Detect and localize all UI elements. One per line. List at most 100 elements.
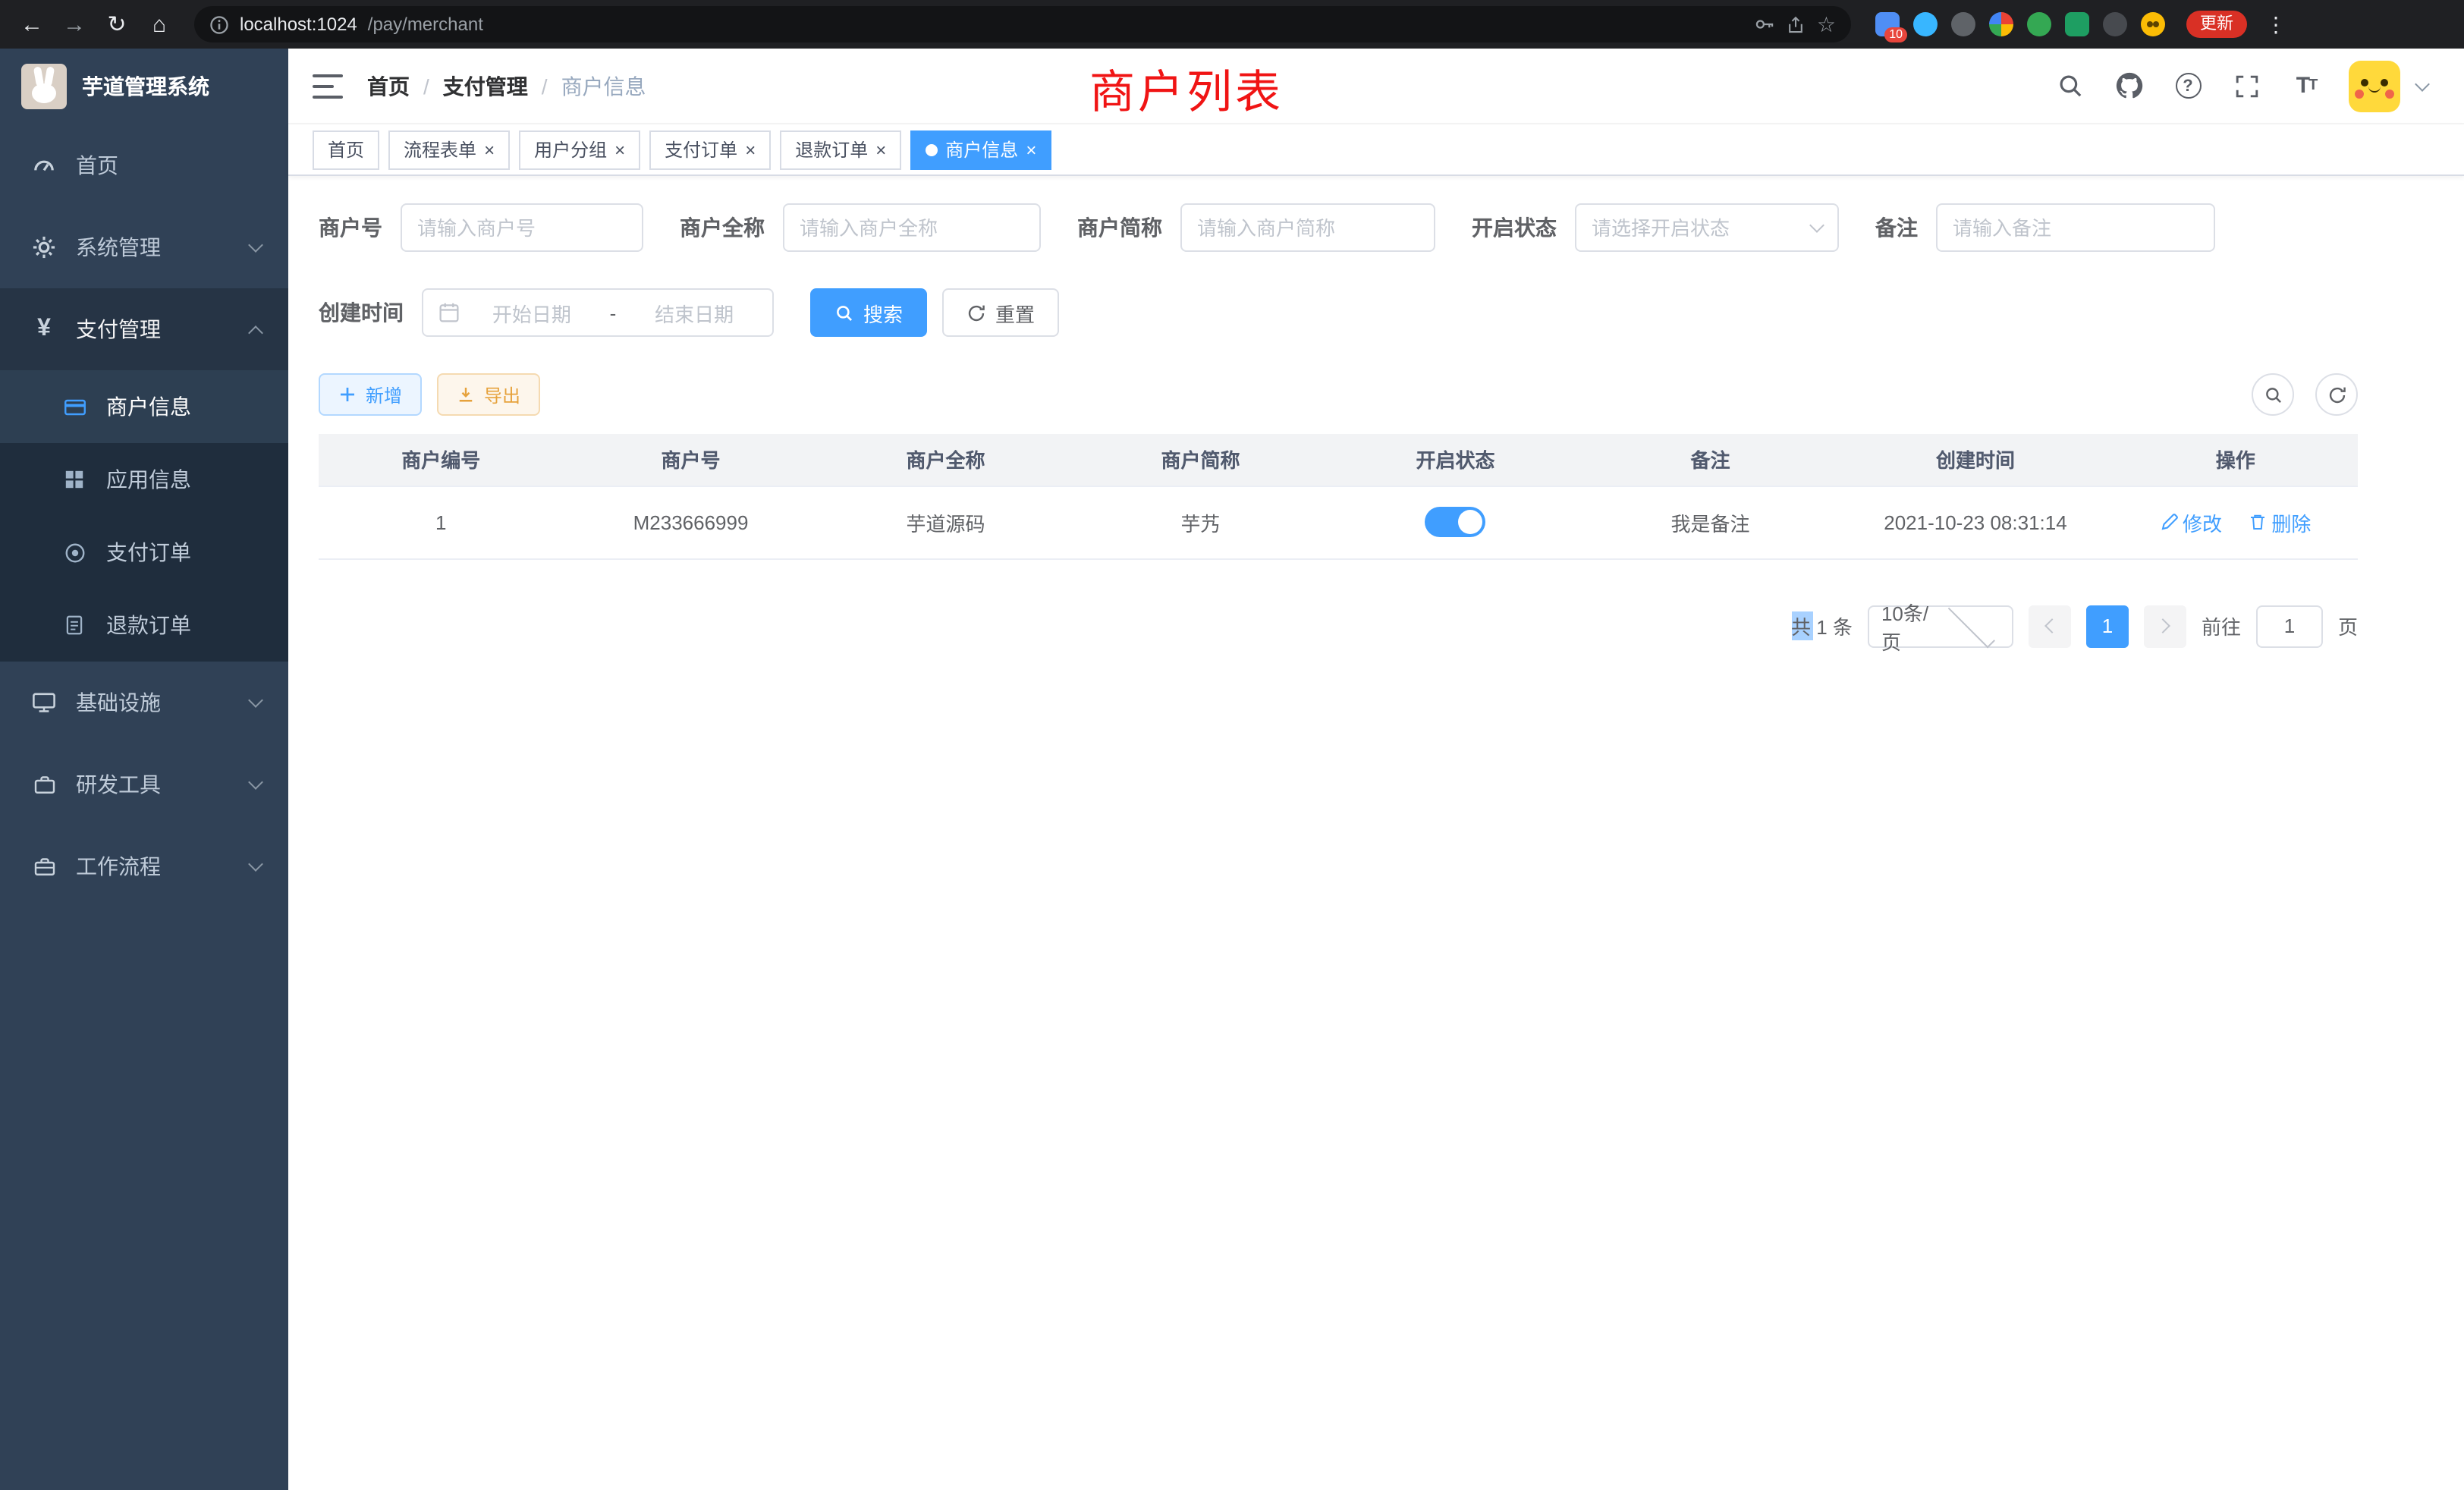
password-key-icon[interactable]	[1755, 14, 1776, 35]
sidebar-item-home[interactable]: 首页	[0, 124, 288, 206]
tab-home[interactable]: 首页	[313, 130, 379, 169]
chevron-down-icon[interactable]	[2415, 76, 2430, 91]
reset-button[interactable]: 重置	[942, 288, 1059, 337]
next-page-button[interactable]	[2144, 605, 2186, 647]
status-select[interactable]	[1575, 203, 1839, 252]
col-short-name: 商户简称	[1073, 434, 1328, 486]
close-icon[interactable]: ×	[745, 140, 756, 159]
tab-merchant-info[interactable]: 商户信息×	[910, 130, 1051, 169]
short-name-input[interactable]	[1197, 216, 1419, 239]
sidebar-item-system[interactable]: 系统管理	[0, 206, 288, 288]
dashboard-icon	[30, 153, 58, 178]
breadcrumb-payment[interactable]: 支付管理	[443, 71, 528, 101]
browser-home-icon[interactable]: ⌂	[143, 8, 176, 41]
browser-back-icon[interactable]: ←	[15, 8, 49, 41]
app-title: 芋道管理系统	[82, 71, 209, 102]
user-avatar[interactable]	[2349, 60, 2400, 112]
bookmark-star-icon[interactable]: ☆	[1817, 11, 1836, 37]
sidebar-item-app-info[interactable]: 应用信息	[0, 443, 288, 516]
sidebar-item-payment[interactable]: ¥ 支付管理	[0, 288, 288, 370]
tab-user-group[interactable]: 用户分组×	[519, 130, 640, 169]
github-icon[interactable]	[2112, 69, 2145, 102]
toggle-search-button[interactable]	[2252, 373, 2294, 416]
page-size-select[interactable]: 10条/页	[1868, 605, 2013, 647]
main-area: 商户列表 首页 / 支付管理 / 商户信息 ?	[288, 49, 2464, 1490]
calendar-icon	[438, 302, 460, 323]
cell-short-name: 芋艿	[1073, 486, 1328, 558]
payment-submenu: 商户信息 应用信息 支付订单	[0, 370, 288, 662]
close-icon[interactable]: ×	[875, 140, 886, 159]
logo-image	[21, 64, 67, 109]
extension-icon[interactable]	[2103, 12, 2127, 36]
export-button[interactable]: 导出	[437, 373, 540, 416]
fullscreen-icon[interactable]	[2230, 69, 2264, 102]
chevron-down-icon	[1949, 600, 1996, 647]
cell-full-name: 芋道源码	[819, 486, 1073, 558]
refresh-table-button[interactable]	[2315, 373, 2358, 416]
font-size-icon[interactable]: TT	[2290, 69, 2323, 102]
filter-full-name: 商户全称	[680, 203, 1041, 252]
merchant-no-input[interactable]	[417, 216, 627, 239]
tab-process-form[interactable]: 流程表单×	[388, 130, 510, 169]
cell-actions: 修改 删除	[2113, 486, 2358, 558]
sidebar-item-dev-tools[interactable]: 研发工具	[0, 743, 288, 825]
browser-menu-icon[interactable]: ⋮	[2265, 11, 2286, 37]
filter-status: 开启状态	[1472, 203, 1839, 252]
delete-link[interactable]: 删除	[2249, 508, 2311, 536]
end-date-placeholder[interactable]: 结束日期	[631, 298, 757, 327]
remark-input[interactable]	[1953, 216, 2198, 239]
extension-icon[interactable]	[1989, 12, 2013, 36]
edit-link[interactable]: 修改	[2160, 508, 2222, 536]
breadcrumb-home[interactable]: 首页	[367, 71, 410, 101]
table-header-row: 商户编号 商户号 商户全称 商户简称 开启状态 备注 创建时间 操作	[319, 434, 2358, 486]
close-icon[interactable]: ×	[614, 140, 625, 159]
extension-icon[interactable]	[2065, 12, 2089, 36]
extension-icon[interactable]	[1913, 12, 1938, 36]
browser-forward-icon[interactable]: →	[58, 8, 91, 41]
chevron-down-icon	[1809, 218, 1824, 233]
prev-page-button[interactable]	[2029, 605, 2071, 647]
close-icon[interactable]: ×	[1026, 140, 1036, 159]
close-icon[interactable]: ×	[484, 140, 495, 159]
browser-toolbar: ← → ↻ ⌂ localhost:1024/pay/merchant ☆ 10	[0, 0, 2464, 49]
sidebar-item-infrastructure[interactable]: 基础设施	[0, 662, 288, 743]
full-name-input[interactable]	[800, 216, 1024, 239]
site-info-icon[interactable]	[209, 14, 229, 34]
sidebar-item-refund-order[interactable]: 退款订单	[0, 589, 288, 662]
extension-icon[interactable]	[1951, 12, 1975, 36]
cell-remark: 我是备注	[1583, 486, 1838, 558]
date-range-picker[interactable]: 开始日期 - 结束日期	[422, 288, 774, 337]
tab-pay-order[interactable]: 支付订单×	[649, 130, 771, 169]
sidebar: 芋道管理系统 首页 系统管理 ¥ 支付管理	[0, 49, 288, 1490]
profile-avatar-icon[interactable]	[2141, 12, 2165, 36]
browser-update-button[interactable]: 更新	[2186, 11, 2247, 38]
goto-page-input[interactable]	[2256, 605, 2323, 647]
col-merchant-no: 商户号	[564, 434, 819, 486]
goto-label: 前往	[2202, 611, 2241, 640]
start-date-placeholder[interactable]: 开始日期	[469, 298, 595, 327]
sidebar-item-pay-order[interactable]: 支付订单	[0, 516, 288, 589]
url-host: localhost:1024	[240, 14, 357, 35]
sidebar-toggle-icon[interactable]	[313, 74, 343, 98]
help-icon[interactable]: ?	[2171, 69, 2205, 102]
page-content: 商户号 商户全称 商户简称 开启状态	[288, 176, 2464, 647]
briefcase-icon	[30, 855, 58, 878]
sidebar-item-merchant-info[interactable]: 商户信息	[0, 370, 288, 443]
extension-icon[interactable]	[2027, 12, 2051, 36]
extension-icon[interactable]: 10	[1875, 12, 1900, 36]
page-number-button[interactable]: 1	[2086, 605, 2129, 647]
sidebar-item-workflow[interactable]: 工作流程	[0, 825, 288, 907]
app-logo[interactable]: 芋道管理系统	[0, 49, 288, 124]
tab-refund-order[interactable]: 退款订单×	[780, 130, 901, 169]
add-button[interactable]: 新增	[319, 373, 422, 416]
share-icon[interactable]	[1787, 14, 1806, 34]
header-actions: ? TT	[2053, 60, 2428, 112]
status-toggle[interactable]	[1425, 507, 1486, 537]
extensions-row: 10	[1875, 12, 2165, 36]
browser-refresh-icon[interactable]: ↻	[100, 8, 134, 41]
col-actions: 操作	[2113, 434, 2358, 486]
search-button[interactable]: 搜索	[810, 288, 927, 337]
url-bar[interactable]: localhost:1024/pay/merchant ☆	[194, 6, 1851, 42]
filter-merchant-no: 商户号	[319, 203, 643, 252]
search-icon[interactable]	[2053, 69, 2086, 102]
